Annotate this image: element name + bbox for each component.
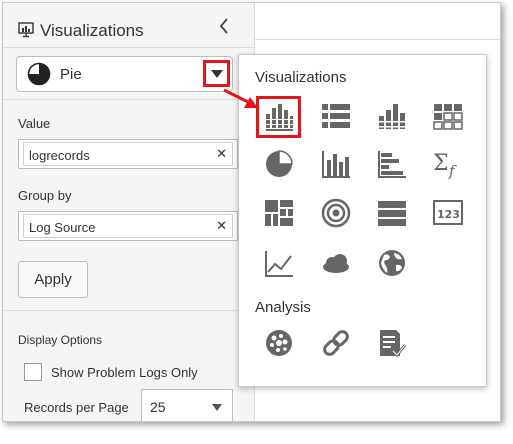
visualization-icon [18, 22, 34, 43]
visualization-type-select[interactable]: Pie [16, 56, 233, 92]
caret-down-icon [211, 70, 223, 78]
panel-header: Visualizations [3, 3, 254, 48]
group-by-tag: Log Source [23, 214, 233, 238]
histogram-icon[interactable] [320, 148, 352, 180]
remove-value-icon[interactable]: ✕ [216, 146, 227, 162]
table-icon[interactable] [320, 100, 352, 132]
cluster-icon[interactable] [263, 327, 295, 359]
value-tag: logrecords [23, 142, 233, 166]
display-options-title: Display Options [18, 333, 103, 347]
pie-chart-icon[interactable] [263, 148, 295, 180]
group-by-tag-text: Log Source [29, 220, 96, 235]
report-icon[interactable] [376, 327, 408, 359]
svg-text:f: f [448, 162, 457, 180]
target-icon[interactable] [320, 197, 352, 229]
group-by-label: Group by [18, 188, 72, 203]
caret-down-icon [212, 404, 222, 411]
visualization-dropdown-button[interactable] [203, 60, 230, 87]
value-field[interactable]: logrecords ✕ [18, 139, 238, 169]
show-problem-label: Show Problem Logs Only [51, 365, 198, 380]
show-problem-checkbox[interactable] [24, 363, 42, 381]
selected-visualization-highlight [256, 96, 301, 138]
value-tag-text: logrecords [29, 148, 90, 163]
visualization-type-value: Pie [60, 66, 82, 83]
link-icon[interactable] [320, 327, 352, 359]
line-chart-icon[interactable] [263, 247, 295, 279]
number-icon[interactable]: 123 [432, 197, 464, 229]
value-label: Value [18, 116, 51, 131]
records-per-page-select[interactable]: 25 [141, 389, 233, 421]
cloud-icon[interactable] [320, 247, 352, 279]
popup-visualizations-title: Visualizations [255, 69, 347, 86]
chevron-left-icon[interactable] [218, 17, 230, 41]
pie-chart-icon [27, 62, 51, 91]
globe-icon[interactable] [376, 247, 408, 279]
summary-icon[interactable]: Σf [432, 148, 464, 180]
treemap-icon[interactable] [263, 197, 295, 229]
summary-glyph: Σ [433, 151, 449, 176]
records-per-page-label: Records per Page [24, 400, 129, 415]
grid-icon[interactable] [432, 100, 464, 132]
tiles-icon[interactable] [376, 197, 408, 229]
apply-button[interactable]: Apply [18, 261, 88, 298]
svg-text:123: 123 [437, 208, 460, 221]
divider [3, 310, 254, 311]
popup-analysis-title: Analysis [255, 299, 311, 316]
group-by-field[interactable]: Log Source ✕ [18, 211, 238, 241]
remove-group-icon[interactable]: ✕ [216, 218, 227, 234]
visualizations-panel: Visualizations Pie Value logrecords ✕ Gr… [3, 3, 255, 421]
divider [3, 99, 254, 100]
horizontal-bar-icon[interactable] [376, 148, 408, 180]
panel-title: Visualizations [40, 21, 144, 40]
content-header [255, 3, 500, 40]
arrow-icon [223, 88, 258, 108]
stacked-bar-icon[interactable] [376, 100, 408, 132]
records-per-page-value: 25 [150, 399, 166, 415]
